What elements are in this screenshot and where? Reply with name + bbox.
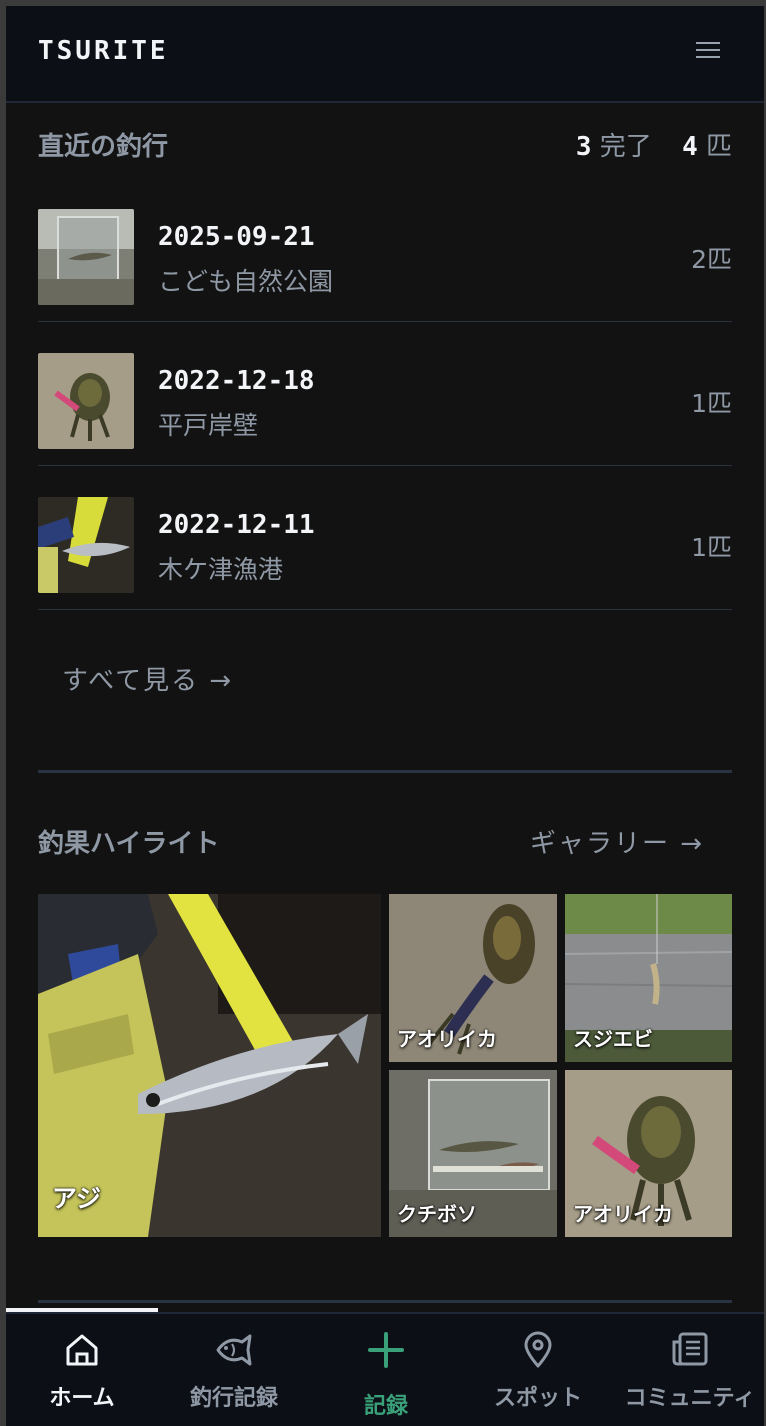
trip-date: 2025-09-21 — [158, 222, 315, 252]
trip-fish-count: 1匹 — [691, 389, 732, 418]
highlight-caption: スジエビ — [573, 1027, 653, 1051]
trip-count-unit: 完了 — [599, 132, 652, 162]
highlight-caption: アオリイカ — [573, 1202, 673, 1226]
trip-list-item[interactable]: 2022-12-18 平戸岸壁 1匹 — [38, 322, 732, 466]
fish-count: 4 — [682, 132, 698, 162]
trip-date: 2022-12-11 — [158, 510, 315, 540]
bottom-tab-bar: ホーム 釣行記録 記録 スポット コミュニティ — [6, 1312, 764, 1426]
trip-thumbnail — [38, 497, 134, 593]
menu-line — [696, 49, 720, 51]
highlight-photo[interactable]: アオリイカ — [565, 1070, 732, 1237]
trip-count: 3 — [575, 132, 592, 162]
highlight-photo[interactable]: アオリイカ — [389, 894, 557, 1062]
home-icon — [66, 1334, 98, 1366]
app-frame: TSURITE 直近の釣行 3 完了 4 匹 2025-09-21 こども自然公… — [6, 6, 764, 1426]
tab-label: ホーム — [49, 1386, 115, 1411]
trip-thumbnail — [38, 353, 134, 449]
tab-label: 記録 — [363, 1394, 408, 1419]
highlight-photo[interactable]: アジ — [38, 894, 381, 1237]
recent-trips-title: 直近の釣行 — [38, 132, 169, 162]
tab-spots[interactable]: スポット — [462, 1314, 614, 1426]
fish-count-unit: 匹 — [705, 132, 732, 162]
tab-add-record[interactable]: 記録 — [310, 1314, 462, 1426]
app-logo[interactable]: TSURITE — [38, 36, 169, 66]
tab-fishing-log[interactable]: 釣行記録 — [158, 1314, 310, 1426]
trip-place: 木ケ津漁港 — [158, 555, 284, 584]
app-header: TSURITE — [6, 6, 764, 103]
gallery-link[interactable]: ギャラリー → — [530, 823, 704, 860]
trip-list-item[interactable]: 2022-12-11 木ケ津漁港 1匹 — [38, 466, 732, 610]
hamburger-menu-button[interactable] — [690, 38, 726, 70]
trip-place: こども自然公園 — [158, 267, 334, 296]
tab-home[interactable]: ホーム — [6, 1314, 158, 1426]
trip-thumbnail — [38, 209, 134, 305]
tab-label: コミュニティ — [624, 1386, 756, 1411]
highlight-caption: アオリイカ — [397, 1027, 497, 1051]
menu-line — [696, 56, 720, 58]
trip-date: 2022-12-18 — [158, 366, 315, 396]
section-divider — [38, 770, 732, 773]
highlight-caption: アジ — [52, 1184, 102, 1213]
highlight-photo[interactable]: クチボソ — [389, 1070, 557, 1237]
fish-icon — [216, 1334, 252, 1366]
trip-place: 平戸岸壁 — [158, 411, 259, 440]
trip-fish-count: 2匹 — [691, 245, 732, 274]
highlight-photo[interactable]: スジエビ — [565, 894, 732, 1062]
tab-label: 釣行記録 — [189, 1386, 278, 1411]
newspaper-icon — [672, 1332, 708, 1366]
trip-list-item[interactable]: 2025-09-21 こども自然公園 2匹 — [38, 178, 732, 322]
see-all-trips-link[interactable]: すべて見る → — [62, 660, 233, 697]
plus-icon — [368, 1332, 404, 1368]
recent-stats: 3 完了 4 匹 — [576, 126, 732, 163]
tab-community[interactable]: コミュニティ — [614, 1314, 764, 1426]
trip-fish-count: 1匹 — [691, 533, 732, 562]
highlights-title: 釣果ハイライト — [38, 829, 220, 859]
tab-label: スポット — [493, 1386, 582, 1411]
menu-line — [696, 42, 720, 44]
section-divider — [38, 1300, 732, 1303]
map-pin-icon — [524, 1331, 552, 1368]
highlight-caption: クチボソ — [397, 1202, 477, 1226]
